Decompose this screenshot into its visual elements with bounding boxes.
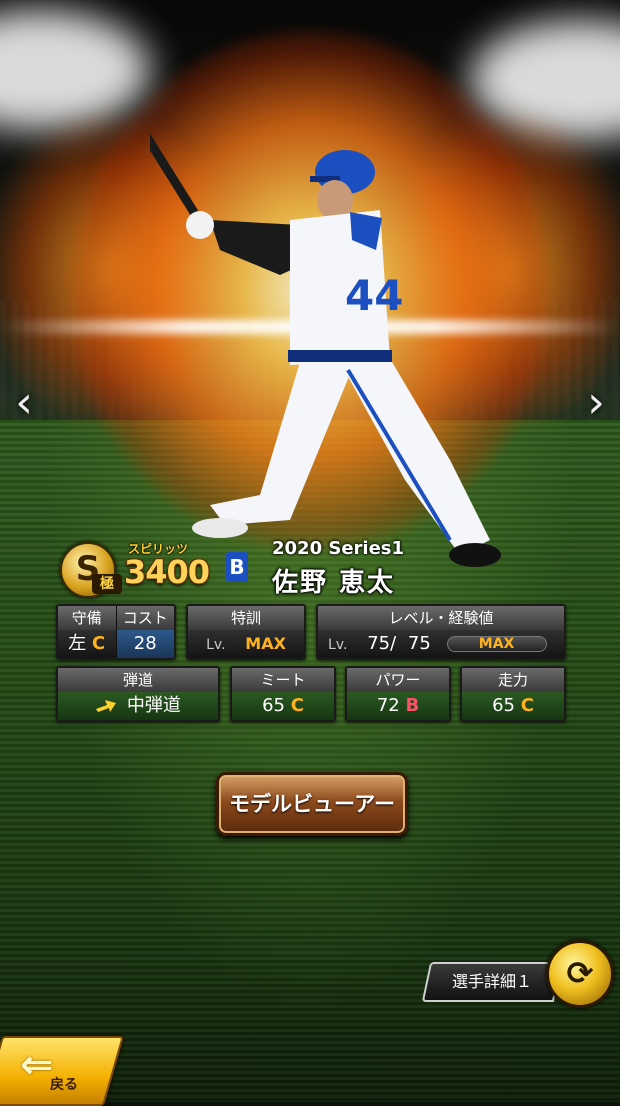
level-label: レベル・経験値 <box>318 606 564 630</box>
trajectory-label: 弾道 <box>58 668 218 692</box>
arrow-up-right-icon <box>96 700 117 712</box>
player-image: 44 <box>150 133 501 567</box>
fielding-label: 守備 <box>58 606 117 630</box>
training-box: 特訓 Lv. MAX <box>186 604 306 660</box>
fielding-cost-box: 守備 コスト 左 C 28 <box>56 604 176 660</box>
speed-label: 走力 <box>462 668 564 692</box>
speed-value-row: 65 C <box>462 692 564 720</box>
swap-icon: ⟳ <box>566 954 594 992</box>
svg-text:44: 44 <box>345 271 403 320</box>
training-value: Lv. MAX <box>188 630 304 658</box>
training-lv-label: Lv. <box>206 637 226 653</box>
fielding-hand: 左 <box>68 633 87 654</box>
level-box: レベル・経験値 Lv. 75/ 75 MAX <box>316 604 566 660</box>
speed-grade: C <box>520 695 534 716</box>
training-label: 特訓 <box>188 606 304 630</box>
power-box: パワー 72 B <box>345 666 451 722</box>
series-label: 2020 Series1 <box>272 538 405 559</box>
power-value: 72 <box>376 695 400 716</box>
trajectory-box: 弾道 中弾道 <box>56 666 220 722</box>
exp-bar: MAX <box>446 636 547 652</box>
chevron-left-icon: ‹ <box>15 377 33 428</box>
contact-value: 65 <box>262 695 285 716</box>
trajectory-value-row: 中弾道 <box>58 692 218 720</box>
power-grade: B <box>405 695 420 716</box>
level-current: 75 <box>367 633 391 654</box>
cost-label: コスト <box>116 606 174 630</box>
spirits-value: 3400 <box>124 553 210 591</box>
contact-label: ミート <box>232 668 334 692</box>
level-lv-label: Lv. <box>328 637 348 653</box>
rank-sub-badge: 極 <box>92 574 122 594</box>
power-label: パワー <box>347 668 449 692</box>
team-logo-icon: B <box>226 552 248 582</box>
level-separator: / <box>390 633 397 654</box>
model-viewer-button[interactable]: モデルビューアー <box>216 772 408 836</box>
training-max: MAX <box>245 634 286 653</box>
back-button[interactable] <box>0 1036 125 1106</box>
level-max: 75 <box>407 633 431 654</box>
player-detail-tab[interactable]: 選手詳細１ <box>421 962 563 1002</box>
speed-value: 65 <box>492 695 515 716</box>
next-card-arrow[interactable]: › <box>576 378 616 428</box>
back-label: 戻る <box>50 1077 78 1093</box>
contact-grade: C <box>290 695 304 716</box>
fielding-grade: C <box>92 633 106 654</box>
exp-bar-label: MAX <box>478 636 515 652</box>
back-arrow-icon: ⇐ <box>20 1042 54 1088</box>
chevron-right-icon: › <box>587 377 605 428</box>
swap-button[interactable]: ⟳ <box>546 940 614 1008</box>
contact-value-row: 65 C <box>232 692 334 720</box>
power-value-row: 72 B <box>347 692 449 720</box>
trajectory-value: 中弾道 <box>126 695 181 716</box>
fielding-value: 左 C <box>58 630 117 658</box>
player-name: 佐野 恵太 <box>272 568 396 598</box>
player-detail-label: 選手詳細１ <box>451 972 532 991</box>
level-value: Lv. 75/ 75 MAX <box>318 630 564 658</box>
cost-value: 28 <box>116 630 174 658</box>
speed-box: 走力 65 C <box>460 666 566 722</box>
contact-box: ミート 65 C <box>230 666 336 722</box>
prev-card-arrow[interactable]: ‹ <box>4 378 44 428</box>
